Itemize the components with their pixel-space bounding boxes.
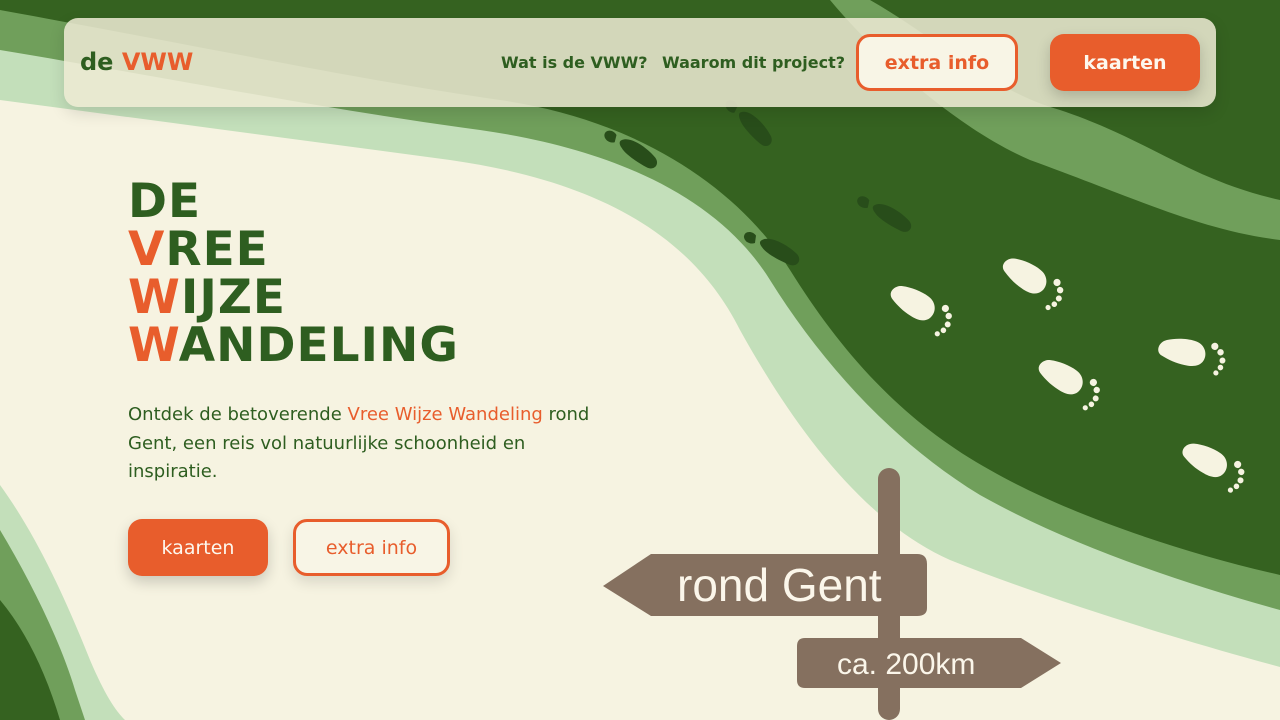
hero-extra-info-button[interactable]: extra info [293, 519, 450, 576]
sign-top-label: rond Gent [677, 559, 882, 611]
hero-title: DE VREE WIJZE WANDELING [128, 178, 459, 370]
sign-bottom-label: ca. 200km [837, 648, 976, 681]
title-line: VREE [128, 222, 269, 277]
description-highlight: Vree Wijze Wandeling [347, 404, 543, 425]
hero-kaarten-button[interactable]: kaarten [128, 519, 268, 576]
logo[interactable]: de VWW [80, 48, 193, 76]
logo-accent: VWW [121, 48, 194, 76]
title-line: WANDELING [128, 318, 459, 373]
title-line: DE [128, 174, 202, 229]
nav-link-wat-is[interactable]: Wat is de VWW? [501, 53, 648, 72]
kaarten-button[interactable]: kaarten [1050, 34, 1200, 91]
logo-prefix: de [80, 48, 114, 76]
extra-info-button[interactable]: extra info [856, 34, 1018, 91]
title-line: WIJZE [128, 270, 287, 325]
nav-link-waarom[interactable]: Waarom dit project? [662, 53, 845, 72]
navbar: de VWW Wat is de VWW? Waarom dit project… [64, 18, 1216, 107]
hero-description: Ontdek de betoverende Vree Wijze Wandeli… [128, 404, 590, 482]
